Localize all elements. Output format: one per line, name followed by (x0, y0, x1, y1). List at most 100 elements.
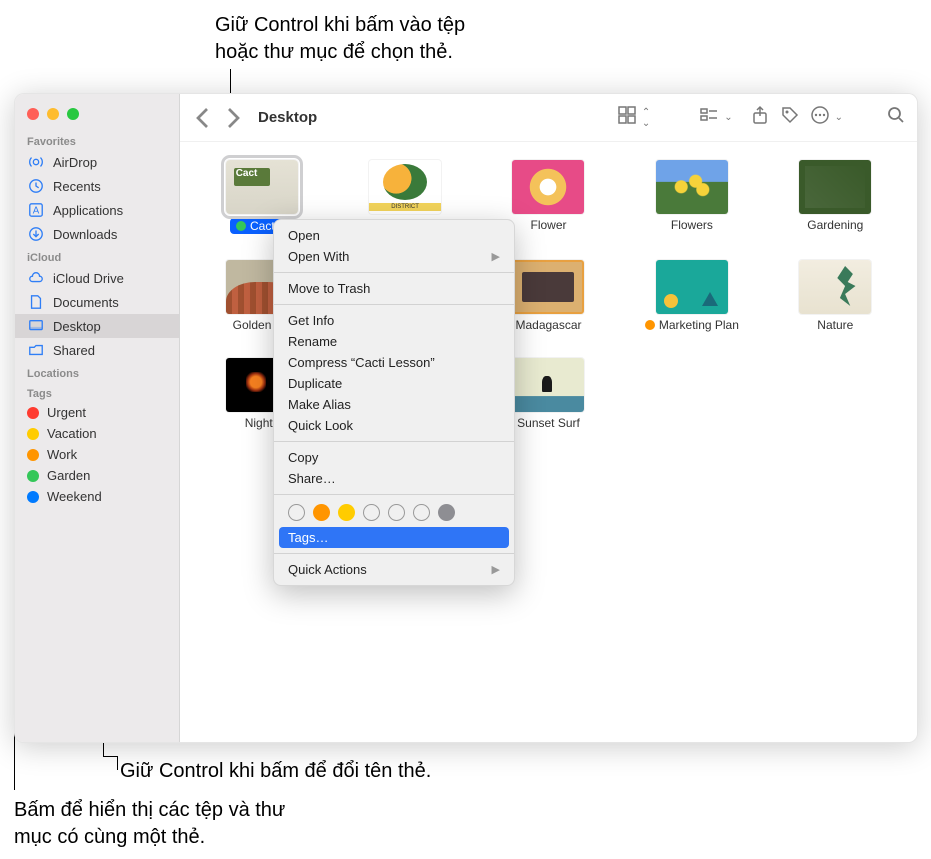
favorites-header: Favorites (15, 130, 179, 150)
cm-tag-color[interactable] (413, 504, 430, 521)
more-icon[interactable] (811, 106, 829, 129)
file-item[interactable]: Gardening (774, 160, 897, 234)
svg-text:A: A (33, 206, 40, 217)
file-thumbnail (656, 260, 728, 314)
group-icon[interactable] (700, 106, 718, 129)
forward-button[interactable] (220, 106, 244, 130)
file-thumbnail (512, 260, 584, 314)
cm-tag-color[interactable] (388, 504, 405, 521)
file-thumbnail (656, 160, 728, 214)
callout-line-garden (103, 756, 118, 757)
cm-trash[interactable]: Move to Trash (274, 278, 514, 299)
file-label: Nature (817, 318, 853, 332)
file-item[interactable]: Nature (774, 260, 897, 332)
sidebar-item-label: Downloads (53, 227, 117, 242)
file-label: Madagascar (515, 318, 581, 332)
sidebar-tag-urgent[interactable]: Urgent (15, 402, 179, 423)
file-label: Sunset Surf (517, 416, 580, 430)
clock-icon (27, 177, 45, 195)
group-chevron[interactable]: ⌄ (724, 112, 732, 123)
cm-share[interactable]: Share… (274, 468, 514, 489)
tag-dot-icon (27, 407, 39, 419)
tag-label: Work (47, 447, 77, 462)
cloud-icon (27, 269, 45, 287)
tag-label: Vacation (47, 426, 97, 441)
annotation-bottom: Bấm để hiển thị các tệp và thư mục có cù… (14, 797, 285, 851)
cm-tag-color[interactable] (288, 504, 305, 521)
doc-icon (27, 293, 45, 311)
sidebar-item-desktop[interactable]: Desktop (15, 314, 179, 338)
sidebar-item-shared[interactable]: Shared (15, 338, 179, 362)
file-tag-dot-icon (645, 320, 655, 330)
finder-window: Favorites AirDrop RecentsAApplications Dow… (14, 93, 918, 743)
sidebar-item-documents[interactable]: Documents (15, 290, 179, 314)
share-icon[interactable] (751, 106, 769, 129)
cm-open[interactable]: Open (274, 225, 514, 246)
sidebar-tag-vacation[interactable]: Vacation (15, 423, 179, 444)
tags-header: Tags (15, 382, 179, 402)
sidebar-tag-garden[interactable]: Garden (15, 465, 179, 486)
traffic-lights (15, 102, 179, 130)
sidebar-item-label: AirDrop (53, 155, 97, 170)
view-icon-grid[interactable] (618, 106, 636, 129)
more-chevron[interactable]: ⌄ (835, 112, 843, 123)
tag-dot-icon (27, 470, 39, 482)
download-icon (27, 225, 45, 243)
cm-duplicate[interactable]: Duplicate (274, 373, 514, 394)
back-button[interactable] (192, 106, 216, 130)
tag-label: Weekend (47, 489, 102, 504)
cm-compress[interactable]: Compress “Cacti Lesson” (274, 352, 514, 373)
cm-copy[interactable]: Copy (274, 447, 514, 468)
close-button[interactable] (27, 108, 39, 120)
annotation-top: Giữ Control khi bấm vào tệp hoặc thư mục… (215, 12, 465, 66)
sidebar-item-label: Desktop (53, 319, 101, 334)
file-label: Gardening (807, 218, 863, 232)
airdrop-icon (27, 153, 45, 171)
shared-icon (27, 341, 45, 359)
sidebar-tag-weekend[interactable]: Weekend (15, 486, 179, 507)
tag-label: Urgent (47, 405, 86, 420)
cm-open-with[interactable]: Open With▶ (274, 246, 514, 267)
file-thumbnail (512, 160, 584, 214)
file-tag-dot-icon (236, 221, 246, 231)
toolbar: Desktop ⌃⌄ ⌄ ⌄ (180, 94, 917, 142)
cm-tag-row (274, 500, 514, 527)
sidebar-item-recents[interactable]: Recents (15, 174, 179, 198)
file-item[interactable]: Flowers (630, 160, 753, 234)
cm-alias[interactable]: Make Alias (274, 394, 514, 415)
minimize-button[interactable] (47, 108, 59, 120)
sidebar-item-downloads[interactable]: Downloads (15, 222, 179, 246)
annotation-rename: Giữ Control khi bấm để đổi tên thẻ. (120, 758, 431, 785)
desktop-icon (27, 317, 45, 335)
sidebar-item-applications[interactable]: AApplications (15, 198, 179, 222)
sidebar-item-airdrop[interactable]: AirDrop (15, 150, 179, 174)
cm-tag-color[interactable] (338, 504, 355, 521)
tag-dot-icon (27, 428, 39, 440)
cm-info[interactable]: Get Info (274, 310, 514, 331)
file-thumbnail (512, 358, 584, 412)
cm-tag-color[interactable] (313, 504, 330, 521)
cm-tag-color[interactable] (363, 504, 380, 521)
cm-quick-actions[interactable]: Quick Actions▶ (274, 559, 514, 580)
sidebar-tag-work[interactable]: Work (15, 444, 179, 465)
sidebar-item-icloud-drive[interactable]: iCloud Drive (15, 266, 179, 290)
icloud-header: iCloud (15, 246, 179, 266)
cm-quicklook[interactable]: Quick Look (274, 415, 514, 436)
cm-tag-color[interactable] (438, 504, 455, 521)
view-chevron[interactable]: ⌃⌄ (642, 107, 650, 129)
context-menu: Open Open With▶ Move to Trash Get Info R… (273, 219, 515, 586)
maximize-button[interactable] (67, 108, 79, 120)
file-thumbnail (799, 160, 871, 214)
sidebar: Favorites AirDrop RecentsAApplications Dow… (15, 94, 180, 742)
tag-icon[interactable] (781, 106, 799, 129)
file-thumbnail (799, 260, 871, 314)
cm-rename[interactable]: Rename (274, 331, 514, 352)
window-title: Desktop (258, 109, 317, 126)
file-thumbnail (226, 160, 298, 214)
search-icon[interactable] (887, 106, 905, 129)
file-item[interactable]: Marketing Plan (630, 260, 753, 332)
file-label: Flowers (671, 218, 713, 232)
sidebar-item-label: Documents (53, 295, 119, 310)
cm-tags[interactable]: Tags… (279, 527, 509, 548)
apps-icon: A (27, 201, 45, 219)
